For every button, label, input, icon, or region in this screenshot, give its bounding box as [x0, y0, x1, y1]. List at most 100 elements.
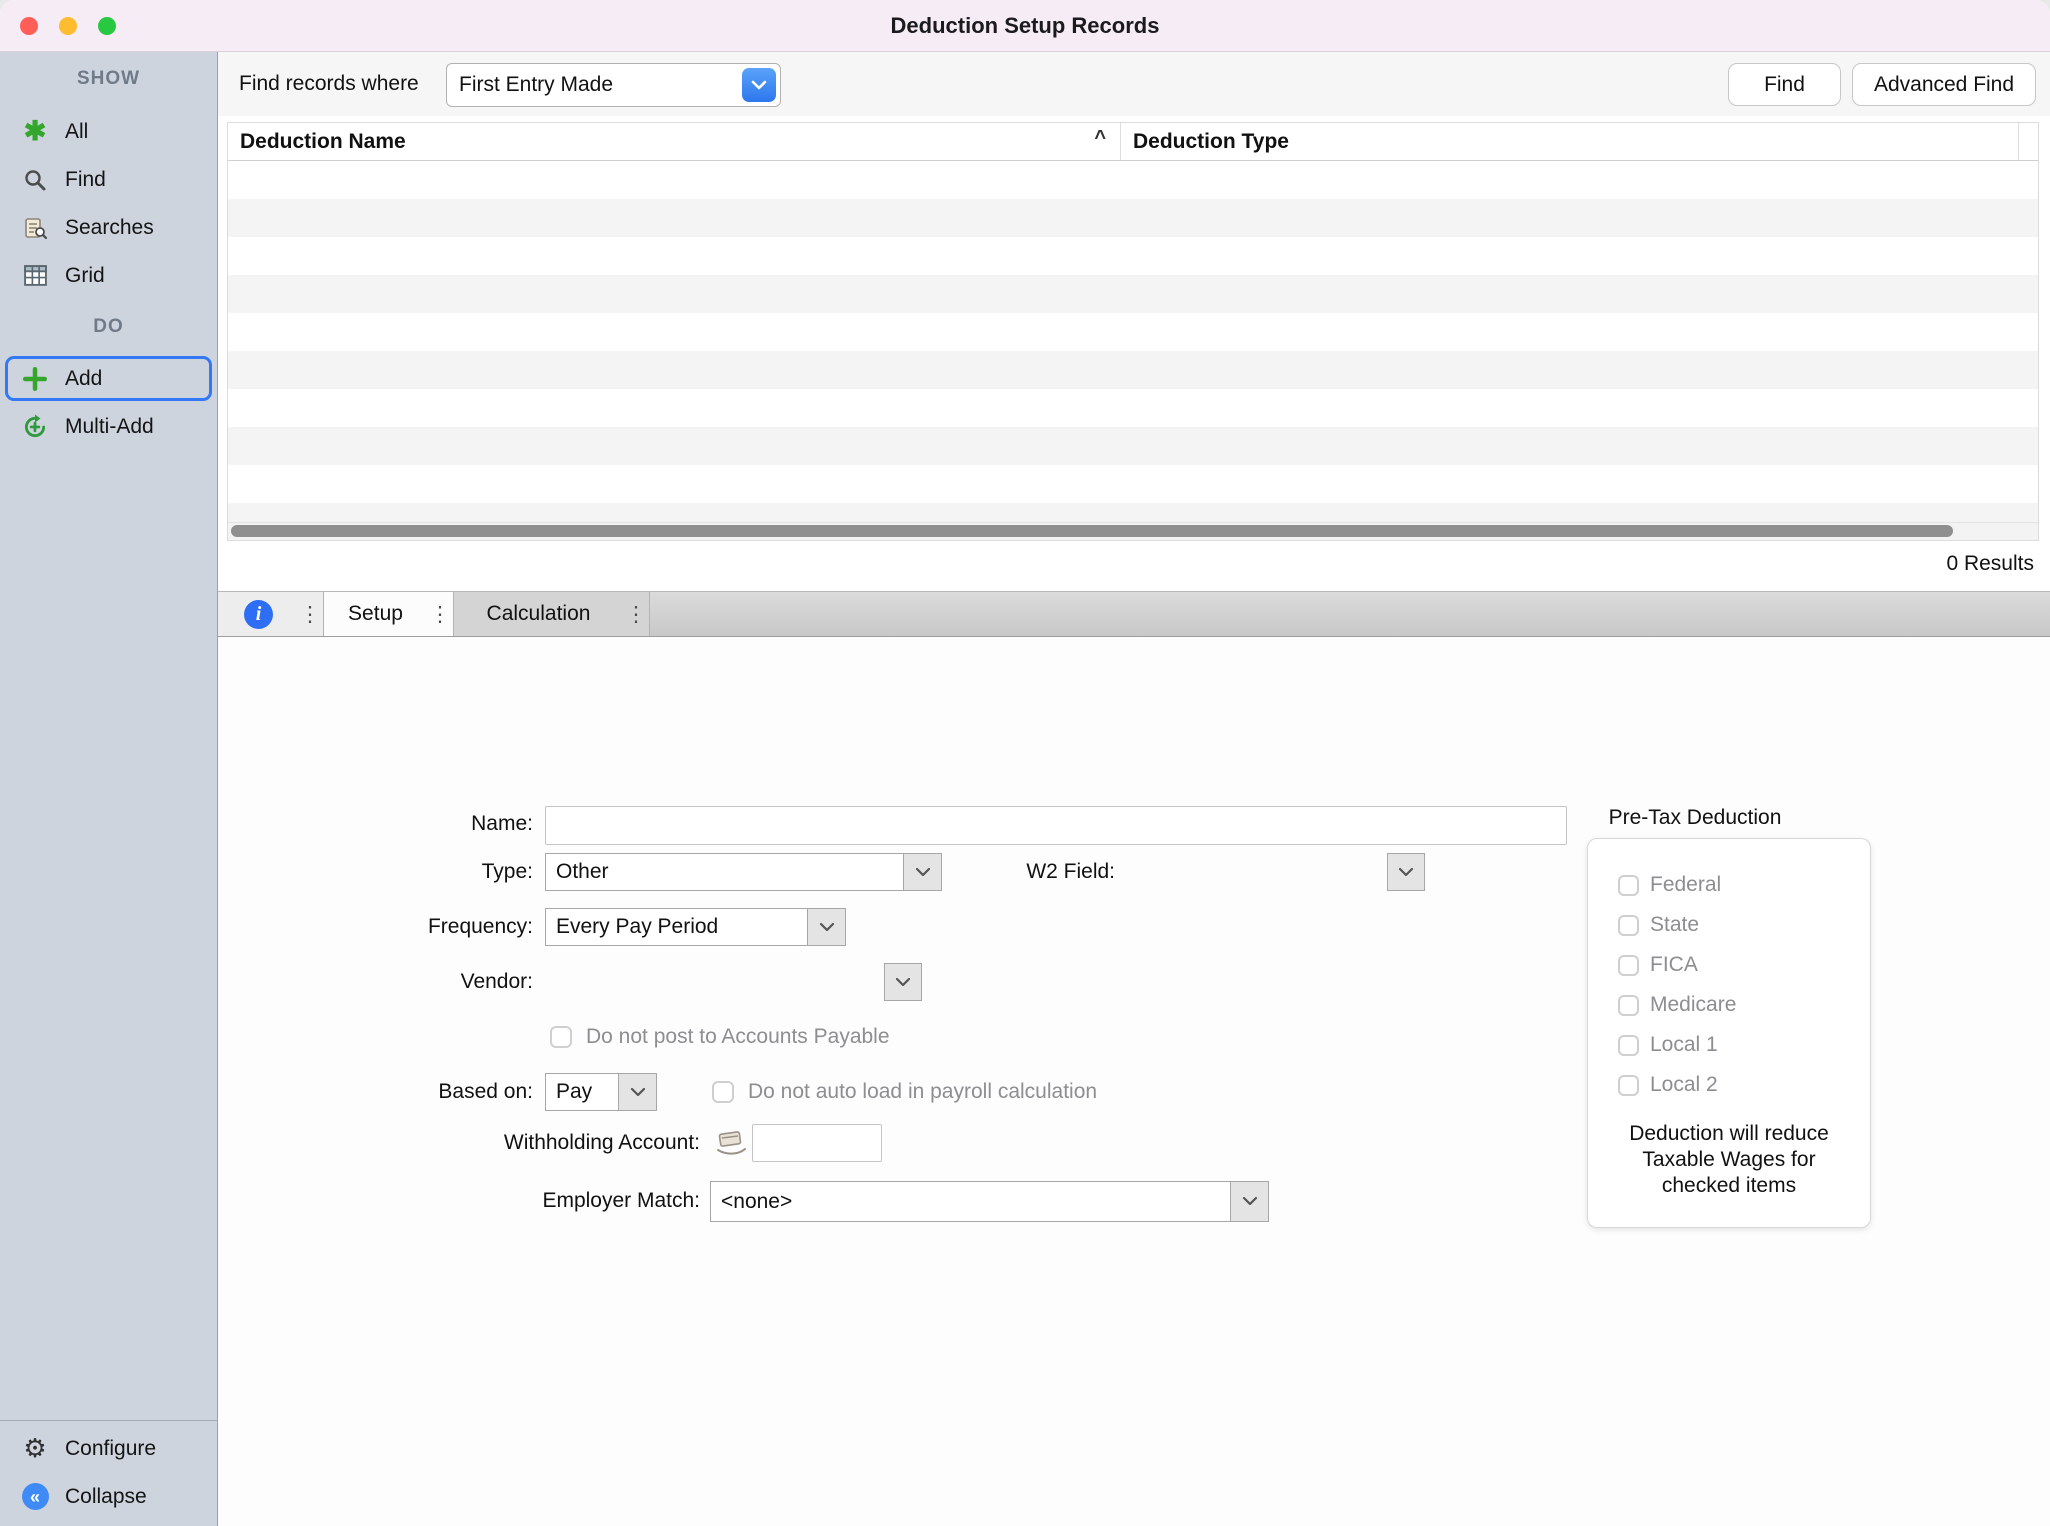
pretax-option-local-2: Local 2	[1588, 1065, 1870, 1105]
sidebar-item-grid[interactable]: Grid	[5, 253, 212, 298]
based-on-dropdown-value: Pay	[546, 1074, 618, 1110]
sidebar-item-label: Configure	[65, 1437, 156, 1461]
pretax-option-label: Local 1	[1650, 1033, 1718, 1057]
info-icon: i	[244, 600, 273, 629]
sidebar-footer: ⚙ Configure « Collapse	[0, 1420, 217, 1522]
pretax-note: Deduction will reduce Taxable Wages for …	[1588, 1121, 1870, 1199]
based-on-label: Based on:	[283, 1079, 533, 1105]
chevron-down-icon	[1230, 1182, 1268, 1221]
sidebar-show-header: SHOW	[0, 52, 217, 106]
pretax-note-line: Taxable Wages for	[1588, 1147, 1870, 1173]
pretax-deduction-panel: Federal State FICA Medicare Local 1 Loca…	[1587, 838, 1871, 1228]
federal-checkbox[interactable]	[1618, 875, 1639, 896]
close-window-button[interactable]	[20, 17, 38, 35]
sidebar-item-label: Collapse	[65, 1485, 147, 1509]
table-row	[228, 161, 2038, 199]
results-count: 0 Results	[1946, 552, 2034, 576]
zoom-window-button[interactable]	[98, 17, 116, 35]
column-header-deduction-type[interactable]: Deduction Type	[1120, 123, 2018, 160]
pretax-option-medicare: Medicare	[1588, 985, 1870, 1025]
local-2-checkbox[interactable]	[1618, 1075, 1639, 1096]
vendor-dropdown[interactable]	[884, 963, 922, 1001]
saved-searches-icon	[20, 213, 50, 243]
find-button[interactable]: Find	[1728, 63, 1841, 106]
horizontal-scrollbar-thumb[interactable]	[231, 525, 1953, 537]
column-header-label: Deduction Name	[240, 130, 406, 154]
type-label: Type:	[283, 859, 533, 885]
pretax-note-line: checked items	[1588, 1173, 1870, 1199]
sidebar-item-multi-add[interactable]: Multi-Add	[5, 404, 212, 449]
chevron-down-icon	[618, 1074, 656, 1110]
minimize-window-button[interactable]	[59, 17, 77, 35]
find-field-dropdown[interactable]: First Entry Made	[446, 63, 781, 107]
medicare-checkbox[interactable]	[1618, 995, 1639, 1016]
pretax-option-label: Local 2	[1650, 1073, 1718, 1097]
employer-match-dropdown[interactable]: <none>	[710, 1181, 1269, 1222]
table-body	[228, 161, 2038, 522]
based-on-dropdown[interactable]: Pay	[545, 1073, 657, 1111]
sidebar-item-searches[interactable]: Searches	[5, 205, 212, 250]
gear-icon: ⚙	[20, 1434, 50, 1464]
table-row	[228, 465, 2038, 503]
sidebar: SHOW ✱ All Find Searches Grid DO	[0, 52, 218, 1526]
circular-add-icon	[20, 412, 50, 442]
drag-handle-icon[interactable]: ⋮	[297, 604, 323, 625]
name-input[interactable]	[545, 806, 1567, 845]
frequency-label: Frequency:	[283, 914, 533, 940]
name-label: Name:	[283, 811, 533, 837]
withholding-account-input[interactable]	[752, 1124, 882, 1162]
account-lookup-icon[interactable]	[714, 1128, 748, 1163]
drag-handle-icon[interactable]: ⋮	[427, 604, 453, 625]
w2-field-dropdown[interactable]	[1387, 853, 1425, 891]
magnifier-icon	[20, 165, 50, 195]
column-header-deduction-name[interactable]: Deduction Name ^	[228, 123, 1120, 160]
tab-setup[interactable]: Setup ⋮	[324, 592, 454, 636]
grid-icon	[20, 261, 50, 291]
sidebar-item-find[interactable]: Find	[5, 157, 212, 202]
do-not-auto-load-checkbox[interactable]	[712, 1081, 734, 1103]
vendor-label: Vendor:	[283, 969, 533, 995]
pretax-option-label: FICA	[1650, 953, 1698, 977]
chevron-down-icon	[895, 977, 911, 988]
table-row	[228, 503, 2038, 522]
type-dropdown[interactable]: Other	[545, 853, 942, 891]
collapse-chevrons-icon: «	[20, 1482, 50, 1512]
pretax-option-fica: FICA	[1588, 945, 1870, 985]
drag-handle-icon[interactable]: ⋮	[623, 604, 649, 625]
horizontal-scrollbar	[228, 522, 2038, 540]
type-dropdown-value: Other	[546, 854, 903, 890]
sidebar-do-header: DO	[0, 301, 217, 353]
do-not-post-ap-checkbox[interactable]	[550, 1026, 572, 1048]
tab-label: Calculation	[454, 602, 623, 626]
table-row	[228, 275, 2038, 313]
tab-calculation[interactable]: Calculation ⋮	[454, 592, 650, 636]
sidebar-item-label: Searches	[65, 216, 154, 240]
chevron-down-icon	[807, 909, 845, 945]
fica-checkbox[interactable]	[1618, 955, 1639, 976]
sidebar-item-collapse[interactable]: « Collapse	[5, 1474, 212, 1519]
state-checkbox[interactable]	[1618, 915, 1639, 936]
table-row	[228, 237, 2038, 275]
pretax-option-label: Federal	[1650, 873, 1721, 897]
find-records-where-label: Find records where	[239, 52, 419, 116]
app-window: Deduction Setup Records SHOW ✱ All Find …	[0, 0, 2050, 1526]
advanced-find-button[interactable]: Advanced Find	[1852, 63, 2036, 106]
sidebar-item-configure[interactable]: ⚙ Configure	[5, 1426, 212, 1471]
sidebar-item-all[interactable]: ✱ All	[5, 109, 212, 154]
sidebar-item-label: Grid	[65, 264, 105, 288]
local-1-checkbox[interactable]	[1618, 1035, 1639, 1056]
frequency-dropdown-value: Every Pay Period	[546, 909, 807, 945]
table-row	[228, 313, 2038, 351]
info-tab[interactable]: i ⋮	[218, 592, 324, 636]
do-not-post-ap-label: Do not post to Accounts Payable	[586, 1024, 890, 1050]
column-header-spacer	[2018, 123, 2038, 160]
pretax-option-state: State	[1588, 905, 1870, 945]
table-header-row: Deduction Name ^ Deduction Type	[228, 123, 2038, 161]
pretax-option-label: State	[1650, 913, 1699, 937]
table-row	[228, 199, 2038, 237]
sidebar-item-label: All	[65, 120, 88, 144]
pretax-option-federal: Federal	[1588, 865, 1870, 905]
sidebar-item-add[interactable]: Add	[5, 356, 212, 401]
find-bar: Find records where First Entry Made Find…	[218, 52, 2050, 116]
frequency-dropdown[interactable]: Every Pay Period	[545, 908, 846, 946]
